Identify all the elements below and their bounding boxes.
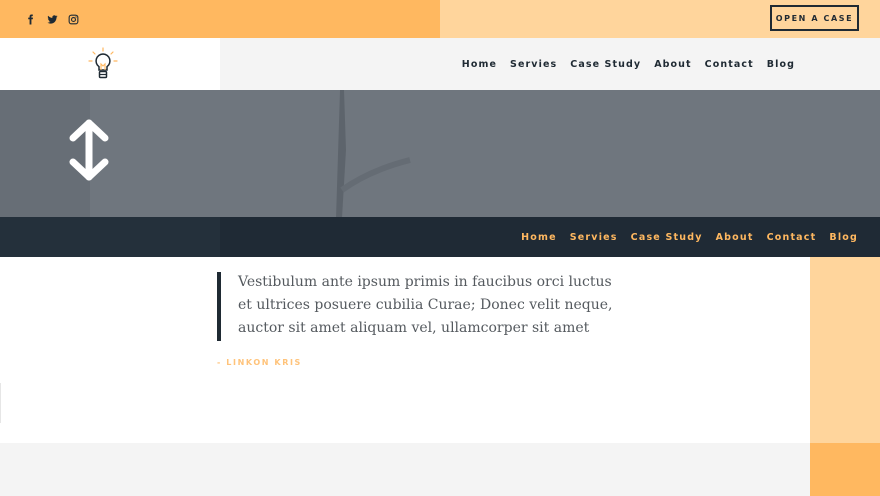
open-a-case-button[interactable]: OPEN A CASE [770, 5, 859, 31]
facebook-icon[interactable] [21, 10, 39, 28]
twitter-icon[interactable] [43, 10, 61, 28]
footer-band [0, 443, 810, 496]
nav-case-study[interactable]: Case Study [570, 59, 641, 70]
subnav-blog[interactable]: Blog [829, 232, 858, 243]
top-bar-right: OPEN A CASE [440, 0, 880, 38]
subnav-home[interactable]: Home [521, 232, 557, 243]
secondary-nav: Home Servies Case Study About Contact Bl… [508, 217, 858, 257]
nav-about[interactable]: About [654, 59, 691, 70]
hero-background-image [336, 90, 411, 218]
subnav-about[interactable]: About [716, 232, 754, 243]
top-bar-left [0, 0, 440, 38]
main-nav: Home Servies Case Study About Contact Bl… [449, 38, 795, 90]
testimonial-quote: Vestibulum ante ipsum primis in faucibus… [238, 274, 613, 336]
subnav-servies[interactable]: Servies [570, 232, 618, 243]
logo-area [0, 38, 220, 90]
nav-contact[interactable]: Contact [705, 59, 754, 70]
secondary-nav-left [0, 217, 220, 257]
nav-home[interactable]: Home [462, 59, 497, 70]
nav-servies[interactable]: Servies [510, 59, 557, 70]
decorative-side-strip-bottom [810, 443, 880, 496]
divider [0, 383, 1, 423]
nav-blog[interactable]: Blog [767, 59, 795, 70]
secondary-nav-bar: Home Servies Case Study About Contact Bl… [0, 217, 880, 257]
testimonial-author: - LINKON KRIS [217, 358, 302, 367]
quote-accent-bar [217, 272, 221, 341]
instagram-icon[interactable] [64, 10, 82, 28]
lightbulb-icon[interactable] [85, 46, 121, 82]
subnav-contact[interactable]: Contact [767, 232, 817, 243]
main-header: Home Servies Case Study About Contact Bl… [0, 38, 880, 90]
top-bar: OPEN A CASE [0, 0, 880, 38]
hero-banner [0, 90, 880, 218]
up-down-arrow-icon[interactable] [66, 117, 112, 183]
subnav-case-study[interactable]: Case Study [631, 232, 703, 243]
decorative-side-strip [810, 257, 880, 443]
